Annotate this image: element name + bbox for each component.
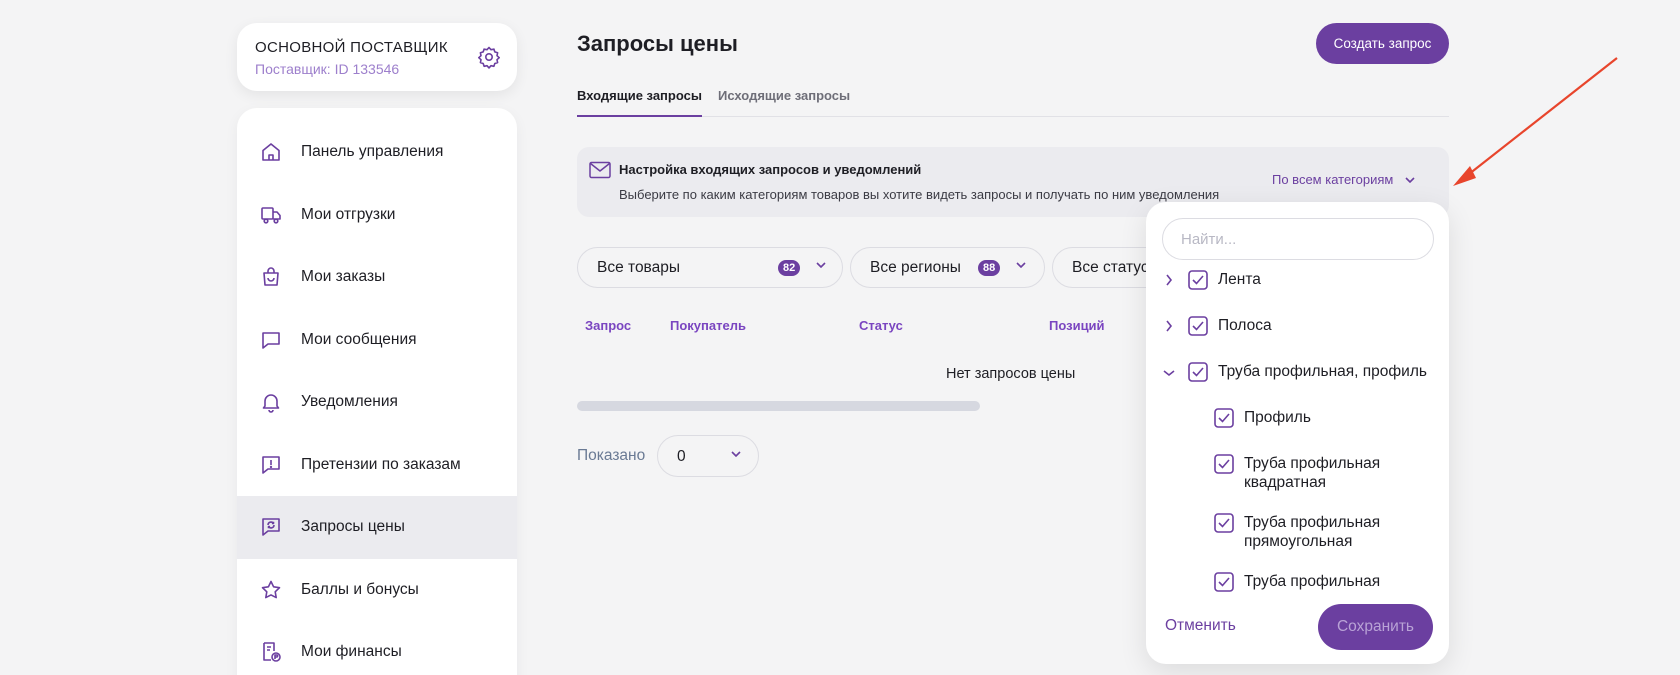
settings-title: Настройка входящих запросов и уведомлени… xyxy=(619,162,922,177)
chevron-down-icon[interactable] xyxy=(1163,369,1175,377)
checkbox-checked-icon[interactable] xyxy=(1214,572,1234,592)
sidebar-item-label: Баллы и бонусы xyxy=(301,580,419,598)
create-request-button[interactable]: Создать запрос xyxy=(1316,23,1449,64)
category-item[interactable]: Лента xyxy=(1188,270,1261,290)
column-header-buyer[interactable]: Покупатель xyxy=(670,318,746,333)
claim-icon xyxy=(262,455,280,474)
tab-outgoing[interactable]: Исходящие запросы xyxy=(718,88,850,117)
subcategory-item[interactable]: Труба профильная xyxy=(1214,572,1380,592)
sidebar-item-dashboard[interactable]: Панель управления xyxy=(237,121,517,184)
chevron-right-icon[interactable] xyxy=(1165,274,1173,286)
category-item[interactable]: Труба профильная, профиль xyxy=(1188,362,1427,382)
chevron-right-icon[interactable] xyxy=(1165,320,1173,332)
save-button[interactable]: Сохранить xyxy=(1318,604,1433,650)
sidebar-item-price-requests[interactable]: Запросы цены xyxy=(237,496,517,559)
column-header-positions[interactable]: Позиций xyxy=(1049,318,1105,333)
checkbox-checked-icon[interactable] xyxy=(1188,270,1208,290)
category-select-value: По всем категориям xyxy=(1272,172,1394,187)
subcategory-item[interactable]: Труба профильная квадратная xyxy=(1214,454,1414,492)
category-dropdown: Лента Полоса Труба профильная, профиль П… xyxy=(1146,202,1449,664)
mail-icon xyxy=(589,161,611,179)
column-header-status[interactable]: Статус xyxy=(859,318,903,333)
sidebar-item-messages[interactable]: Мои сообщения xyxy=(237,309,517,372)
supplier-card: ОСНОВНОЙ ПОСТАВЩИК Поставщик: ID 133546 xyxy=(237,23,517,91)
message-icon xyxy=(262,331,280,349)
tab-bar: Входящие запросы Исходящие запросы xyxy=(577,88,1449,117)
regions-filter-label: Все регионы xyxy=(870,258,961,276)
checkbox-checked-icon[interactable] xyxy=(1188,316,1208,336)
regions-filter[interactable]: Все регионы 88 xyxy=(850,247,1045,288)
products-filter-label: Все товары xyxy=(597,258,681,276)
category-search-input[interactable] xyxy=(1162,218,1434,260)
finance-icon xyxy=(263,642,281,663)
sidebar-item-label: Претензии по заказам xyxy=(301,455,461,473)
gear-icon[interactable] xyxy=(477,45,501,69)
price-request-icon xyxy=(262,518,280,537)
subcategory-item[interactable]: Труба профильная прямоугольная xyxy=(1214,513,1414,551)
category-label: Полоса xyxy=(1218,317,1272,334)
chevron-down-icon xyxy=(1016,262,1026,268)
sidebar-item-label: Мои отгрузки xyxy=(301,205,396,223)
sidebar-item-finance[interactable]: Мои финансы xyxy=(237,621,517,675)
sidebar-item-bonuses[interactable]: Баллы и бонусы xyxy=(237,559,517,622)
shopping-bag-icon xyxy=(263,267,279,287)
category-label: Лента xyxy=(1218,271,1261,288)
page-size-select[interactable]: 0 xyxy=(657,435,759,477)
checkbox-checked-icon[interactable] xyxy=(1214,513,1234,533)
sidebar-item-claims[interactable]: Претензии по заказам xyxy=(237,434,517,497)
star-icon xyxy=(261,580,281,599)
sidebar: Панель управления Мои отгрузки Мои заказ… xyxy=(237,108,517,675)
sidebar-item-label: Мои сообщения xyxy=(301,330,417,348)
regions-count-badge: 88 xyxy=(978,260,1001,276)
subcategory-item[interactable]: Профиль xyxy=(1214,408,1311,428)
sidebar-item-orders[interactable]: Мои заказы xyxy=(237,246,517,309)
column-header-request[interactable]: Запрос xyxy=(585,318,631,333)
empty-table-message: Нет запросов цены xyxy=(946,366,1076,382)
cancel-button[interactable]: Отменить xyxy=(1165,617,1236,635)
tab-incoming[interactable]: Входящие запросы xyxy=(577,88,702,117)
chevron-down-icon xyxy=(816,262,826,268)
checkbox-checked-icon[interactable] xyxy=(1214,454,1234,474)
checkbox-checked-icon[interactable] xyxy=(1188,362,1208,382)
category-select[interactable]: По всем категориям xyxy=(1272,172,1415,187)
sidebar-item-label: Запросы цены xyxy=(301,518,405,536)
home-icon xyxy=(262,143,280,162)
subcategory-label: Профиль xyxy=(1244,409,1311,426)
bell-icon xyxy=(262,394,280,414)
page-title: Запросы цены xyxy=(577,31,738,56)
sidebar-item-label: Мои заказы xyxy=(301,268,386,286)
sidebar-item-shipments[interactable]: Мои отгрузки xyxy=(237,184,517,247)
checkbox-checked-icon[interactable] xyxy=(1214,408,1234,428)
truck-icon xyxy=(261,206,281,224)
sidebar-item-notifications[interactable]: Уведомления xyxy=(237,371,517,434)
chevron-down-icon xyxy=(1405,176,1415,183)
products-filter[interactable]: Все товары 82 xyxy=(577,247,843,288)
chevron-down-icon xyxy=(731,451,741,457)
horizontal-scrollbar[interactable] xyxy=(577,401,980,411)
products-count-badge: 82 xyxy=(778,260,801,276)
settings-subtitle: Выберите по каким категориям товаров вы … xyxy=(619,187,1220,202)
sidebar-item-label: Уведомления xyxy=(301,393,398,411)
shown-label: Показано xyxy=(577,447,646,464)
category-item[interactable]: Полоса xyxy=(1188,316,1272,336)
sidebar-item-label: Мои финансы xyxy=(301,643,402,661)
page-size-value: 0 xyxy=(677,448,686,465)
sidebar-item-label: Панель управления xyxy=(301,143,444,161)
supplier-id: Поставщик: ID 133546 xyxy=(255,61,400,77)
subcategory-label: Труба профильная xyxy=(1244,573,1381,590)
supplier-name: ОСНОВНОЙ ПОСТАВЩИК xyxy=(255,39,448,56)
subcategory-label: Труба профильная квадратная xyxy=(1244,455,1381,491)
subcategory-label: Труба профильная прямоугольная xyxy=(1244,514,1381,550)
category-label: Труба профильная, профиль xyxy=(1218,363,1427,380)
